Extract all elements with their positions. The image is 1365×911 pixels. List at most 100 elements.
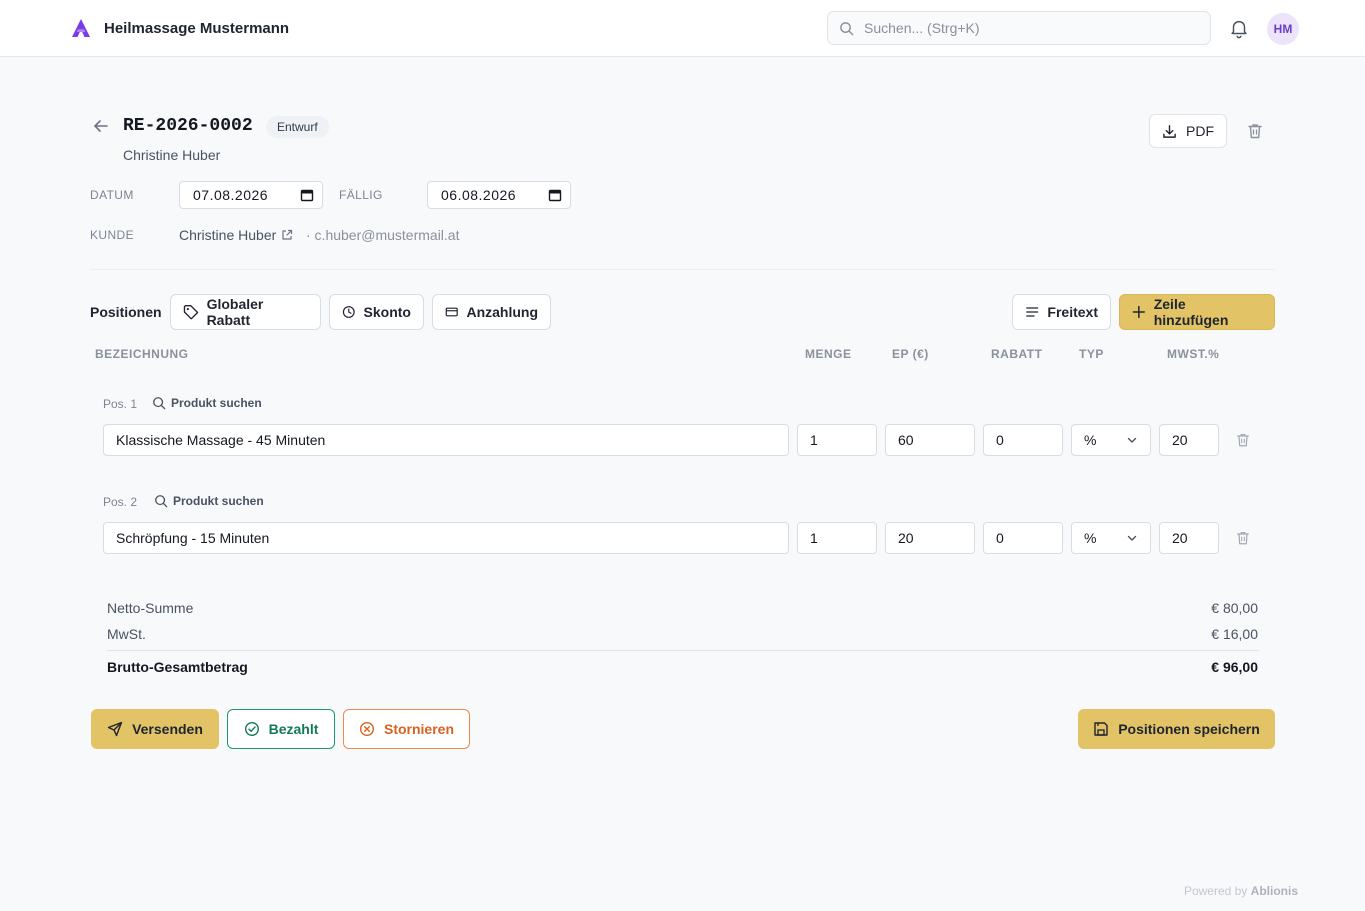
check-circle-icon xyxy=(244,721,259,737)
vat-field[interactable]: 20 xyxy=(1159,424,1219,456)
delete-row-trash-icon[interactable] xyxy=(1235,530,1251,546)
invoice-customer-name: Christine Huber xyxy=(123,147,221,163)
send-label: Versenden xyxy=(132,721,203,737)
deposit-label: Anzahlung xyxy=(466,304,538,320)
brand[interactable]: Heilmassage Mustermann xyxy=(70,17,289,39)
mark-paid-button[interactable]: Bezahlt xyxy=(227,709,335,749)
search-icon xyxy=(153,397,166,410)
customer-link[interactable]: Christine Huber xyxy=(179,227,293,243)
unit-price-field[interactable]: 20 xyxy=(885,522,975,554)
date-label: DATUM xyxy=(90,188,134,202)
powered-prefix: Powered by xyxy=(1183,884,1248,898)
calendar-icon[interactable] xyxy=(548,188,562,202)
notification-bell-icon[interactable] xyxy=(1228,17,1250,39)
brand-name: Heilmassage Mustermann xyxy=(104,19,290,37)
totals-divider xyxy=(107,650,1259,651)
product-search-label: Produkt suchen xyxy=(173,494,264,508)
position-label: Pos. 1 xyxy=(103,397,138,411)
search-box[interactable] xyxy=(827,11,1211,45)
customer-label: KUNDE xyxy=(90,228,135,242)
vat-field[interactable]: 20 xyxy=(1159,522,1219,554)
unit-price-value: 60 xyxy=(898,432,914,448)
date-value: 07.08.2026 xyxy=(193,187,269,203)
status-badge: Entwurf xyxy=(266,116,329,138)
search-input[interactable] xyxy=(864,20,1184,36)
skonto-label: Skonto xyxy=(363,304,411,320)
vat-value: 20 xyxy=(1172,432,1188,448)
x-circle-icon xyxy=(359,721,374,737)
search-icon xyxy=(840,21,854,35)
quantity-value: 1 xyxy=(810,530,818,546)
gross-total-label: Brutto-Gesamtbetrag xyxy=(107,659,248,675)
delete-invoice-trash-icon[interactable] xyxy=(1246,122,1264,140)
description-field[interactable]: Klassische Massage - 45 Minuten xyxy=(103,424,789,456)
description-value: Klassische Massage - 45 Minuten xyxy=(116,432,326,448)
quantity-field[interactable]: 1 xyxy=(797,424,877,456)
skonto-button[interactable]: Skonto xyxy=(329,294,424,330)
date-field[interactable]: 07.08.2026 xyxy=(179,181,323,209)
discount-field[interactable]: 0 xyxy=(983,522,1063,554)
product-search-link[interactable]: Produkt suchen xyxy=(154,494,264,508)
discount-value: 0 xyxy=(996,530,1004,546)
net-sum-value: € 80,00 xyxy=(1211,600,1258,616)
top-bar: Heilmassage Mustermann HM xyxy=(0,0,1365,57)
quantity-field[interactable]: 1 xyxy=(797,522,877,554)
freetext-button[interactable]: Freitext xyxy=(1012,294,1111,330)
discount-type-select[interactable]: % xyxy=(1071,424,1151,456)
download-icon xyxy=(1163,124,1176,138)
pdf-download-button[interactable]: PDF xyxy=(1149,114,1227,148)
text-lines-icon xyxy=(1026,307,1039,317)
send-button[interactable]: Versenden xyxy=(91,709,219,749)
due-date-field[interactable]: 06.08.2026 xyxy=(427,181,571,209)
customer-email: · c.huber@mustermail.at xyxy=(306,227,460,243)
search-icon xyxy=(155,495,168,508)
net-sum-label: Netto-Summe xyxy=(107,600,194,616)
cancel-invoice-button[interactable]: Stornieren xyxy=(343,709,470,749)
discount-field[interactable]: 0 xyxy=(983,424,1063,456)
discount-type-select[interactable]: % xyxy=(1071,522,1151,554)
column-header-unit-price: EP (€) xyxy=(892,347,929,361)
send-icon xyxy=(107,721,123,737)
chevron-down-icon xyxy=(1127,535,1137,541)
brand-logo-icon xyxy=(72,19,90,37)
product-search-label: Produkt suchen xyxy=(171,396,262,410)
powered-by-footer[interactable]: Powered by Ablionis xyxy=(1184,884,1298,898)
pdf-label: PDF xyxy=(1186,123,1214,139)
add-row-label: Zeile hinzufügen xyxy=(1153,296,1229,328)
save-label: Positionen speichern xyxy=(1118,721,1260,737)
save-positions-button[interactable]: Positionen speichern xyxy=(1078,709,1275,749)
global-discount-button[interactable]: Globaler Rabatt xyxy=(170,294,321,330)
customer-link-text: Christine Huber xyxy=(179,227,277,243)
discount-type-value: % xyxy=(1084,530,1097,546)
gross-total-value: € 96,00 xyxy=(1211,659,1258,675)
save-icon xyxy=(1094,722,1108,736)
discount-type-value: % xyxy=(1084,432,1097,448)
deposit-button[interactable]: Anzahlung xyxy=(432,294,551,330)
external-link-icon xyxy=(282,229,293,240)
description-value: Schröpfung - 15 Minuten xyxy=(116,530,270,546)
paid-label: Bezahlt xyxy=(268,721,319,737)
add-row-button[interactable]: Zeile hinzufügen xyxy=(1119,294,1275,330)
delete-row-trash-icon[interactable] xyxy=(1235,432,1251,448)
back-arrow-icon[interactable] xyxy=(90,115,112,137)
avatar[interactable]: HM xyxy=(1267,13,1299,45)
column-header-quantity: MENGE xyxy=(805,347,852,361)
unit-price-field[interactable]: 60 xyxy=(885,424,975,456)
invoice-number: RE-2026-0002 xyxy=(123,116,253,136)
column-header-type: TYP xyxy=(1079,347,1104,361)
calendar-icon[interactable] xyxy=(300,188,314,202)
discount-value: 0 xyxy=(996,432,1004,448)
cancel-label: Stornieren xyxy=(383,721,454,737)
column-header-vat: MWST.% xyxy=(1167,347,1220,361)
vat-sum-value: € 16,00 xyxy=(1211,626,1258,642)
vat-sum-label: MwSt. xyxy=(107,626,146,642)
due-label: FÄLLIG xyxy=(339,188,383,202)
powered-brand: Ablionis xyxy=(1250,884,1298,898)
clock-icon xyxy=(342,306,355,318)
description-field[interactable]: Schröpfung - 15 Minuten xyxy=(103,522,789,554)
column-header-description: BEZEICHNUNG xyxy=(95,347,189,361)
position-label: Pos. 2 xyxy=(103,495,138,509)
tag-icon xyxy=(183,304,199,320)
product-search-link[interactable]: Produkt suchen xyxy=(152,396,262,410)
column-header-discount: RABATT xyxy=(991,347,1043,361)
